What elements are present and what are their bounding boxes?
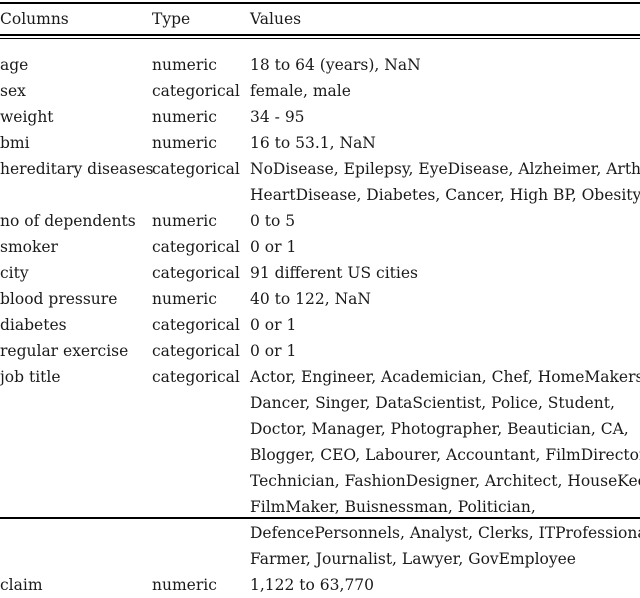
cell-column-name: city: [0, 264, 29, 282]
cell-column-values: 0 to 5: [250, 208, 640, 234]
schema-table: Columns Type Values age numeric 18 to 64 (…: [0, 0, 640, 598]
value-line: Dancer, Singer, DataScientist, Police, S…: [250, 394, 615, 412]
table-row: smoker categorical 0 or 1: [0, 234, 640, 260]
cell-column-name: sex: [0, 82, 26, 100]
value-line-group: Actor, Engineer, Academician, Chef, Home…: [250, 364, 640, 572]
cell-column-name: age: [0, 56, 29, 74]
cell-column-values: female, male: [250, 78, 640, 104]
table-row: no of dependents numeric 0 to 5: [0, 208, 640, 234]
value-line: FilmMaker, Buisnessman, Politician,: [250, 498, 536, 516]
cell-column-values: 1,122 to 63,770: [250, 572, 640, 598]
cell-column-values: 40 to 122, NaN: [250, 286, 640, 312]
value-line: DefencePersonnels, Analyst, Clerks, ITPr…: [250, 524, 640, 542]
value-line-group: 34 - 95: [250, 104, 640, 130]
value-line: Blogger, CEO, Labourer, Accountant, Film…: [250, 446, 640, 464]
value-line-group: 1,122 to 63,770: [250, 572, 640, 598]
table-row: age numeric 18 to 64 (years), NaN: [0, 38, 640, 78]
value-line-group: 40 to 122, NaN: [250, 286, 640, 312]
value-line: female, male: [250, 82, 351, 100]
cell-column-type: numeric: [152, 108, 217, 126]
cell-column-values: 0 or 1: [250, 312, 640, 338]
cell-column-values: NoDisease, Epilepsy, EyeDisease, Alzheim…: [250, 156, 640, 208]
cell-column-values: 18 to 64 (years), NaN: [250, 38, 640, 78]
cell-column-type: numeric: [152, 56, 217, 74]
value-line: 40 to 122, NaN: [250, 290, 371, 308]
value-line: NoDisease, Epilepsy, EyeDisease, Alzheim…: [250, 160, 640, 178]
cell-column-values: 91 different US cities: [250, 260, 640, 286]
table-head: Columns Type Values: [0, 0, 640, 38]
cell-column-values: 34 - 95: [250, 104, 640, 130]
cell-column-name: blood pressure: [0, 290, 118, 308]
cell-column-values: 0 or 1: [250, 338, 640, 364]
cell-column-name: weight: [0, 108, 54, 126]
value-line: 34 - 95: [250, 108, 305, 126]
cell-column-values: Actor, Engineer, Academician, Chef, Home…: [250, 364, 640, 572]
value-line-group: 91 different US cities: [250, 260, 640, 286]
table-row: weight numeric 34 - 95: [0, 104, 640, 130]
value-line-group: 0 or 1: [250, 312, 640, 338]
cell-column-type: categorical: [152, 160, 240, 178]
cell-column-type: categorical: [152, 316, 240, 334]
table-row: regular exercise categorical 0 or 1: [0, 338, 640, 364]
table-row: blood pressure numeric 40 to 122, NaN: [0, 286, 640, 312]
value-line-group: female, male: [250, 78, 640, 104]
value-line: HeartDisease, Diabetes, Cancer, High BP,…: [250, 186, 640, 204]
table-row: sex categorical female, male: [0, 78, 640, 104]
value-line-group: 0 or 1: [250, 338, 640, 364]
cell-column-type: numeric: [152, 134, 217, 152]
table-row: city categorical 91 different US cities: [0, 260, 640, 286]
value-line: Actor, Engineer, Academician, Chef, Home…: [250, 368, 640, 386]
value-line-group: 0 or 1: [250, 234, 640, 260]
value-line: Farmer, Journalist, Lawyer, GovEmployee: [250, 550, 576, 568]
cell-column-name: job title: [0, 368, 61, 386]
table-header-row: Columns Type Values: [0, 0, 640, 38]
value-line-group: 18 to 64 (years), NaN: [250, 52, 640, 78]
value-line: 0 or 1: [250, 342, 297, 360]
value-line: 18 to 64 (years), NaN: [250, 56, 421, 74]
cell-column-type: numeric: [152, 576, 217, 594]
table-body: age numeric 18 to 64 (years), NaN sex catego…: [0, 38, 640, 598]
table-row: job title categorical Actor, Engineer, Aca…: [0, 364, 640, 572]
cell-column-type: categorical: [152, 368, 240, 386]
column-header-type: Type: [152, 10, 191, 28]
cell-column-name: regular exercise: [0, 342, 129, 360]
cell-column-name: diabetes: [0, 316, 67, 334]
column-header-values: Values: [250, 10, 302, 28]
value-line: 91 different US cities: [250, 264, 418, 282]
cell-column-name: claim: [0, 576, 43, 594]
value-line: 0 or 1: [250, 316, 297, 334]
cell-column-name: smoker: [0, 238, 58, 256]
cell-column-values: 16 to 53.1, NaN: [250, 130, 640, 156]
cell-column-type: categorical: [152, 238, 240, 256]
cell-column-type: categorical: [152, 264, 240, 282]
value-line-group: 16 to 53.1, NaN: [250, 130, 640, 156]
value-line-group: 0 to 5: [250, 208, 640, 234]
dataset-schema-table: Columns Type Values age numeric 18 to 64 (…: [0, 0, 640, 594]
value-line: 0 or 1: [250, 238, 297, 256]
table-row: hereditary diseases categorical NoDisease,…: [0, 156, 640, 208]
value-line: Doctor, Manager, Photographer, Beauticia…: [250, 420, 629, 438]
value-line: Technician, FashionDesigner, Architect, …: [250, 472, 640, 490]
value-line: 1,122 to 63,770: [250, 576, 375, 594]
cell-column-type: categorical: [152, 342, 240, 360]
value-line-group: NoDisease, Epilepsy, EyeDisease, Alzheim…: [250, 156, 640, 208]
cell-column-type: numeric: [152, 290, 217, 308]
value-line: 0 to 5: [250, 212, 296, 230]
cell-column-name: bmi: [0, 134, 30, 152]
cell-column-name: no of dependents: [0, 212, 136, 230]
column-header-columns: Columns: [0, 10, 69, 28]
table-row: bmi numeric 16 to 53.1, NaN: [0, 130, 640, 156]
cell-column-type: numeric: [152, 212, 217, 230]
cell-column-type: categorical: [152, 82, 240, 100]
table-row: claim numeric 1,122 to 63,770: [0, 572, 640, 598]
value-line: 16 to 53.1, NaN: [250, 134, 376, 152]
cell-column-values: 0 or 1: [250, 234, 640, 260]
table-row: diabetes categorical 0 or 1: [0, 312, 640, 338]
cell-column-name: hereditary diseases: [0, 160, 154, 178]
